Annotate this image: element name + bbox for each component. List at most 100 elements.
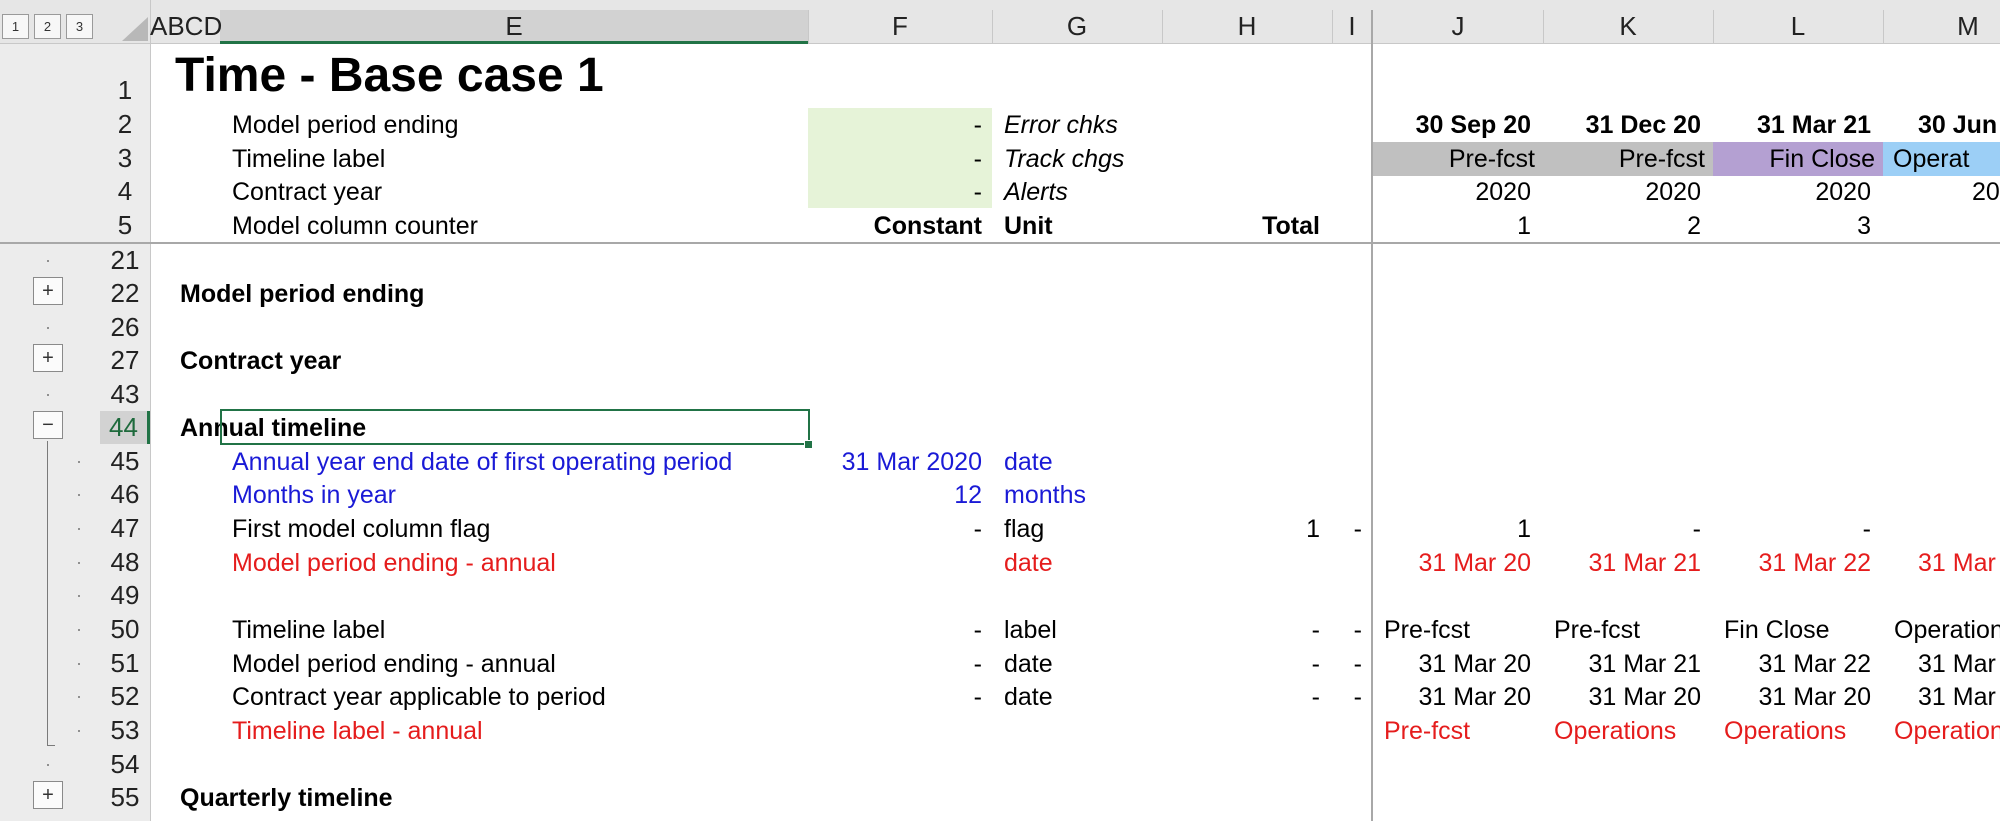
- cell-r45-f[interactable]: 31 Mar 2020: [808, 445, 982, 479]
- cell-r50-l[interactable]: Fin Close: [1724, 613, 1830, 647]
- cell-r50-m[interactable]: Operation: [1894, 613, 2000, 647]
- expand-group-button[interactable]: +: [33, 344, 63, 372]
- row-header[interactable]: 22: [100, 277, 150, 310]
- cell-r2-g[interactable]: Error chks: [1004, 108, 1118, 142]
- cell-r50-h[interactable]: -: [1162, 613, 1320, 647]
- cell-r4-g[interactable]: Alerts: [1004, 175, 1068, 209]
- cell-r5-h[interactable]: Total: [1162, 209, 1320, 243]
- period-counter-k[interactable]: 2: [1543, 209, 1701, 243]
- cell-r48-label[interactable]: Model period ending - annual: [232, 546, 556, 580]
- cell-r47-h[interactable]: 1: [1162, 512, 1320, 546]
- period-label-k[interactable]: Pre-fcst: [1543, 142, 1713, 176]
- cell-r3-f[interactable]: -: [808, 142, 982, 176]
- period-date-l[interactable]: 31 Mar 21: [1713, 108, 1871, 142]
- cell-r51-h[interactable]: -: [1162, 647, 1320, 681]
- cell-r51-l[interactable]: 31 Mar 22: [1713, 647, 1871, 681]
- row-header[interactable]: 48: [100, 546, 150, 579]
- cell-r46-f[interactable]: 12: [808, 478, 982, 512]
- outline-level-2-button[interactable]: 2: [34, 14, 61, 39]
- row-header[interactable]: 2: [100, 108, 150, 141]
- row-header[interactable]: 50: [100, 613, 150, 646]
- outline-level-1-button[interactable]: 1: [2, 14, 29, 39]
- outline-level-3-button[interactable]: 3: [66, 14, 93, 39]
- row-header[interactable]: 4: [100, 175, 150, 208]
- row-header[interactable]: 1: [100, 74, 150, 107]
- collapse-group-button[interactable]: −: [33, 411, 63, 439]
- section-model-period-ending[interactable]: Model period ending: [180, 277, 424, 311]
- cell-r51-k[interactable]: 31 Mar 21: [1543, 647, 1701, 681]
- cell-r48-m[interactable]: 31 Mar: [1918, 546, 2000, 580]
- cell-r48-l[interactable]: 31 Mar 22: [1713, 546, 1871, 580]
- period-label-m[interactable]: Operat: [1883, 142, 2000, 176]
- cell-r47-j[interactable]: 1: [1373, 512, 1531, 546]
- cell-r52-j[interactable]: 31 Mar 20: [1373, 680, 1531, 714]
- cell-r50-k[interactable]: Pre-fcst: [1554, 613, 1640, 647]
- cell-r53-label[interactable]: Timeline label - annual: [232, 714, 483, 748]
- cell-r45-g[interactable]: date: [1004, 445, 1053, 479]
- period-date-k[interactable]: 31 Dec 20: [1543, 108, 1701, 142]
- cell-r51-j[interactable]: 31 Mar 20: [1373, 647, 1531, 681]
- section-contract-year[interactable]: Contract year: [180, 344, 341, 378]
- row-header[interactable]: 43: [100, 378, 150, 411]
- cell-r52-k[interactable]: 31 Mar 20: [1543, 680, 1701, 714]
- cell-r53-m[interactable]: Operation: [1894, 714, 2000, 748]
- cell-r53-k[interactable]: Operations: [1554, 714, 1676, 748]
- cell-r47-k[interactable]: -: [1543, 512, 1701, 546]
- cell-r48-k[interactable]: 31 Mar 21: [1543, 546, 1701, 580]
- row-header[interactable]: 26: [100, 311, 150, 344]
- period-year-l[interactable]: 2020: [1713, 175, 1871, 209]
- row-header[interactable]: 53: [100, 714, 150, 747]
- cell-r52-h[interactable]: -: [1162, 680, 1320, 714]
- active-cell-selection[interactable]: [220, 409, 810, 445]
- cell-r53-j[interactable]: Pre-fcst: [1384, 714, 1470, 748]
- cell-r52-g[interactable]: date: [1004, 680, 1053, 714]
- cell-r5-label[interactable]: Model column counter: [232, 209, 478, 243]
- cell-r47-l[interactable]: -: [1713, 512, 1871, 546]
- cell-r51-m[interactable]: 31 Mar: [1918, 647, 2000, 681]
- period-label-j[interactable]: Pre-fcst: [1373, 142, 1543, 176]
- cell-r46-g[interactable]: months: [1004, 478, 1086, 512]
- period-year-j[interactable]: 2020: [1373, 175, 1531, 209]
- period-date-m[interactable]: 30 Jun: [1918, 108, 2000, 142]
- cell-r47-label[interactable]: First model column flag: [232, 512, 490, 546]
- sheet-title[interactable]: Time - Base case 1: [175, 48, 604, 104]
- row-header[interactable]: 5: [100, 209, 150, 242]
- cell-r46-label[interactable]: Months in year: [232, 478, 396, 512]
- row-header[interactable]: 45: [100, 445, 150, 478]
- row-header[interactable]: 51: [100, 647, 150, 680]
- row-header[interactable]: 55: [100, 781, 150, 814]
- cell-r50-i[interactable]: -: [1332, 613, 1362, 647]
- column-header-l[interactable]: L: [1713, 8, 1883, 44]
- cell-r51-f[interactable]: -: [808, 647, 982, 681]
- row-header[interactable]: 27: [100, 344, 150, 377]
- cell-r47-g[interactable]: flag: [1004, 512, 1044, 546]
- cell-r50-g[interactable]: label: [1004, 613, 1057, 647]
- column-header-m[interactable]: M: [1883, 8, 2000, 44]
- cell-r4-f[interactable]: -: [808, 175, 982, 209]
- period-year-k[interactable]: 2020: [1543, 175, 1701, 209]
- cell-r5-g[interactable]: Unit: [1004, 209, 1053, 243]
- row-header[interactable]: 47: [100, 512, 150, 545]
- cell-r45-label[interactable]: Annual year end date of first operating …: [232, 445, 732, 479]
- cell-r52-label[interactable]: Contract year applicable to period: [232, 680, 606, 714]
- section-quarterly-timeline[interactable]: Quarterly timeline: [180, 781, 393, 815]
- cell-r47-i[interactable]: -: [1332, 512, 1362, 546]
- cell-r3-label[interactable]: Timeline label: [232, 142, 385, 176]
- cell-r50-f[interactable]: -: [808, 613, 982, 647]
- column-header-abcd[interactable]: ABCD: [150, 8, 222, 44]
- cell-r52-f[interactable]: -: [808, 680, 982, 714]
- column-header-f[interactable]: F: [808, 8, 992, 44]
- period-year-m[interactable]: 20: [1972, 175, 2000, 209]
- cell-r52-i[interactable]: -: [1332, 680, 1362, 714]
- row-header[interactable]: 49: [100, 579, 150, 612]
- row-header[interactable]: 3: [100, 142, 150, 175]
- column-header-k[interactable]: K: [1543, 8, 1713, 44]
- cell-r2-label[interactable]: Model period ending: [232, 108, 459, 142]
- cell-r51-i[interactable]: -: [1332, 647, 1362, 681]
- cell-r3-g[interactable]: Track chgs: [1004, 142, 1124, 176]
- period-counter-l[interactable]: 3: [1713, 209, 1871, 243]
- cell-r50-label[interactable]: Timeline label: [232, 613, 385, 647]
- column-header-i[interactable]: I: [1332, 8, 1372, 44]
- row-header[interactable]: 46: [100, 478, 150, 511]
- row-header-selected[interactable]: 44: [100, 411, 150, 444]
